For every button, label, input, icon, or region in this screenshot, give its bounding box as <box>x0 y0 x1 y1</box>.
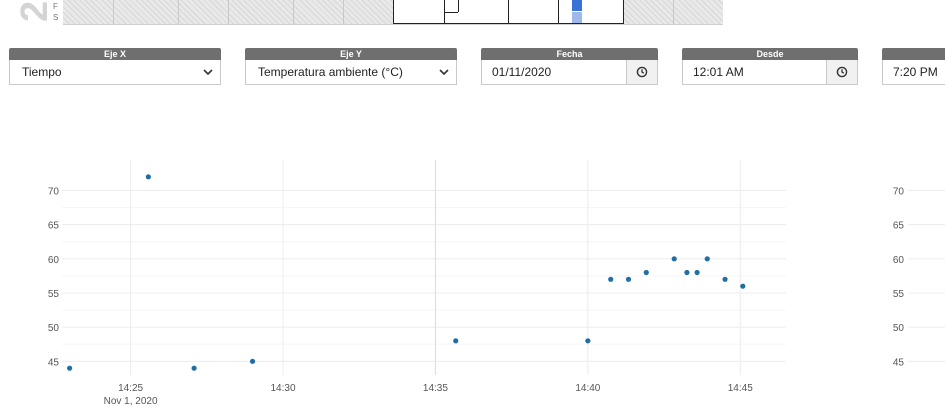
clock-icon <box>836 66 848 78</box>
desde-label: Desde <box>682 48 858 60</box>
row-letter-s: S <box>53 13 59 22</box>
eje-y-label: Eje Y <box>245 48 457 60</box>
x-tick-label: 14:35 <box>423 383 448 394</box>
desde-control: Desde 12:01 AM <box>682 48 858 85</box>
panel2-y-tick-label: 70 <box>893 187 905 198</box>
calendar-strip: 2 F S <box>0 0 945 26</box>
y-tick-label: 70 <box>48 187 60 198</box>
panel2-y-tick-label: 55 <box>893 289 905 300</box>
selected-day-bar-secondary[interactable] <box>572 12 582 23</box>
x-date-label: Nov 1, 2020 <box>104 396 158 407</box>
panel2-y-tick-label: 65 <box>893 221 905 232</box>
eje-x-control: Eje X Tiempo <box>9 48 221 85</box>
y-tick-label: 65 <box>48 221 60 232</box>
data-point[interactable] <box>671 256 677 262</box>
clock-icon <box>636 66 648 78</box>
data-point[interactable] <box>145 174 151 180</box>
fecha-control: Fecha 01/11/2020 <box>481 48 658 85</box>
x-tick-label: 14:40 <box>575 383 600 394</box>
x-tick-label: 14:45 <box>728 383 753 394</box>
selected-day-bar[interactable] <box>572 0 582 11</box>
calendar-big-number: 2 <box>14 0 56 22</box>
hasta-input[interactable]: 7:20 PM <box>882 60 945 85</box>
data-point[interactable] <box>453 338 459 344</box>
fecha-label: Fecha <box>481 48 658 60</box>
row-letter-f: F <box>53 2 58 11</box>
data-point[interactable] <box>625 276 632 282</box>
hasta-control: 7:20 PM <box>882 48 945 85</box>
y-tick-label: 50 <box>48 323 60 334</box>
fecha-clock-button[interactable] <box>626 60 657 84</box>
data-point[interactable] <box>67 365 73 371</box>
fecha-value: 01/11/2020 <box>492 65 552 79</box>
data-point[interactable] <box>722 276 728 282</box>
hasta-label <box>882 48 945 60</box>
panel2-y-tick-label: 60 <box>893 255 905 266</box>
y-tick-label: 55 <box>48 289 60 300</box>
chevron-down-icon <box>439 69 449 76</box>
data-point[interactable] <box>249 358 256 364</box>
eje-x-select[interactable]: Tiempo <box>9 60 221 85</box>
data-point[interactable] <box>191 365 197 371</box>
eje-x-label: Eje X <box>9 48 221 60</box>
x-tick-label: 14:25 <box>118 383 143 394</box>
data-point[interactable] <box>740 283 746 289</box>
data-point[interactable] <box>608 276 614 282</box>
data-point[interactable] <box>694 269 700 276</box>
desde-clock-button[interactable] <box>826 60 857 84</box>
scatter-chart[interactable]: 45 50 55 60 65 70 14:25 14:30 14:35 14:40 14:45 Nov… <box>0 150 945 419</box>
panel2-y-tick-label: 50 <box>893 323 905 334</box>
calendar-selection[interactable] <box>393 0 624 24</box>
y-tick-label: 60 <box>48 255 60 266</box>
x-tick-label: 14:30 <box>270 383 295 394</box>
data-point[interactable] <box>704 256 710 262</box>
eje-x-value: Tiempo <box>22 65 62 79</box>
fecha-input[interactable]: 01/11/2020 <box>481 60 658 85</box>
desde-input[interactable]: 12:01 AM <box>682 60 858 85</box>
eje-y-select[interactable]: Temperatura ambiente (°C) <box>245 60 457 85</box>
eje-y-control: Eje Y Temperatura ambiente (°C) <box>245 48 457 85</box>
desde-value: 12:01 AM <box>693 65 744 79</box>
chevron-down-icon <box>203 69 213 76</box>
y-tick-label: 45 <box>48 357 60 368</box>
data-point[interactable] <box>643 269 649 276</box>
panel2-y-tick-label: 45 <box>893 357 905 368</box>
data-point[interactable] <box>585 338 591 344</box>
data-point[interactable] <box>684 269 690 276</box>
eje-y-value: Temperatura ambiente (°C) <box>258 65 403 79</box>
hasta-value: 7:20 PM <box>893 65 938 79</box>
